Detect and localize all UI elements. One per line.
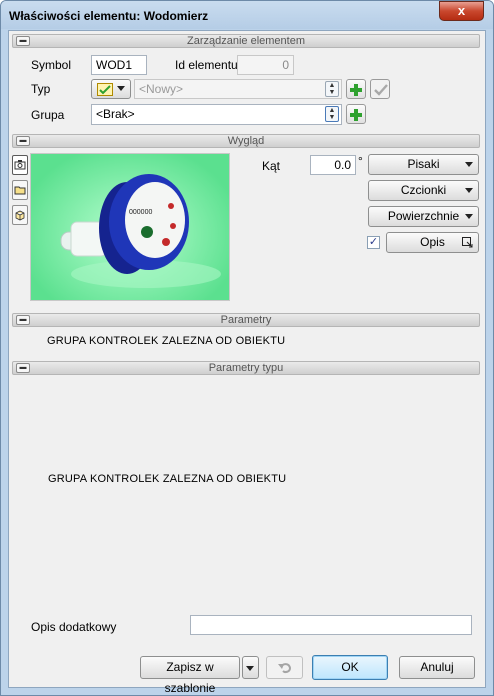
chevron-down-icon bbox=[246, 666, 254, 671]
camera-icon bbox=[14, 160, 26, 170]
pens-button-label: Pisaki bbox=[407, 157, 440, 171]
tab-folder[interactable] bbox=[12, 180, 28, 200]
section-type-parameters-title: Parametry typu bbox=[208, 362, 284, 374]
id-element-field: 0 bbox=[237, 55, 294, 75]
group-select-value: <Brak> bbox=[96, 107, 135, 121]
description-button[interactable]: Opis bbox=[386, 232, 479, 253]
add-type-button[interactable] bbox=[346, 79, 366, 99]
cancel-button-label: Anuluj bbox=[420, 660, 454, 674]
cancel-button[interactable]: Anuluj bbox=[399, 656, 475, 679]
close-icon: x bbox=[457, 3, 466, 18]
fonts-button-label: Czcionki bbox=[400, 183, 447, 197]
section-appearance-header[interactable]: ▬ Wygląd bbox=[12, 134, 480, 148]
spinner-icon[interactable]: ▲ ▼ bbox=[325, 106, 339, 122]
confirm-type-button[interactable] bbox=[370, 79, 390, 99]
spinner-icon[interactable]: ▲ ▼ bbox=[325, 81, 339, 97]
close-button[interactable]: x bbox=[439, 1, 484, 21]
id-element-label: Id elementu bbox=[175, 58, 238, 72]
ok-button[interactable]: OK bbox=[312, 655, 388, 680]
angle-input[interactable]: 0.0 bbox=[310, 155, 356, 175]
type-select-value: <Nowy> bbox=[139, 82, 184, 96]
svg-text:000000: 000000 bbox=[129, 209, 152, 216]
section-parameters-header[interactable]: ▬ Parametry bbox=[12, 313, 480, 327]
tab-camera[interactable] bbox=[12, 155, 28, 175]
parameters-placeholder: GRUPA KONTROLEK ZALEZNA OD OBIEKTU bbox=[47, 335, 286, 347]
symbol-label: Symbol bbox=[31, 58, 72, 72]
folder-icon bbox=[14, 186, 26, 195]
type-select[interactable]: <Nowy> ▲ ▼ bbox=[134, 79, 342, 99]
angle-unit: ° bbox=[358, 154, 363, 168]
undo-button[interactable] bbox=[266, 656, 303, 679]
checkmark-icon bbox=[374, 84, 388, 96]
preview-image: 000000 bbox=[30, 153, 230, 301]
dialog-client-area bbox=[8, 30, 486, 688]
type-label: Typ bbox=[31, 82, 51, 96]
angle-label: Kąt bbox=[262, 159, 281, 173]
title-bar[interactable]: Właściwości elementu: Wodomierz bbox=[1, 1, 493, 29]
section-management-header[interactable]: ▬ Zarządzanie elementem bbox=[12, 34, 480, 48]
chevron-down-icon bbox=[465, 188, 473, 193]
symbol-input[interactable]: WOD1 bbox=[91, 55, 147, 75]
extra-description-label: Opis dodatkowy bbox=[31, 620, 117, 634]
pens-button[interactable]: Pisaki bbox=[368, 154, 479, 175]
type-parameters-placeholder: GRUPA KONTROLEK ZALEZNA OD OBIEKTU bbox=[48, 473, 287, 485]
description-checkbox[interactable]: ✓ bbox=[367, 236, 380, 249]
window-title: Właściwości elementu: Wodomierz bbox=[9, 9, 209, 23]
ok-button-label: OK bbox=[341, 660, 359, 674]
section-appearance-title: Wygląd bbox=[227, 135, 265, 147]
chevron-down-icon bbox=[465, 214, 473, 219]
tab-box[interactable] bbox=[12, 205, 28, 225]
add-group-button[interactable] bbox=[346, 104, 366, 124]
save-template-dropdown[interactable] bbox=[242, 656, 259, 679]
save-template-button[interactable]: Zapisz w szablonie bbox=[140, 656, 240, 695]
save-template-label: Zapisz w szablonie bbox=[164, 660, 216, 695]
fonts-button[interactable]: Czcionki bbox=[368, 180, 479, 201]
chevron-down-icon bbox=[465, 162, 473, 167]
box-icon bbox=[15, 210, 25, 221]
type-picture-icon bbox=[97, 83, 113, 96]
section-management-title: Zarządzanie elementem bbox=[186, 35, 305, 47]
description-button-label: Opis bbox=[420, 235, 445, 249]
water-meter-image: 000000 bbox=[60, 174, 221, 288]
surfaces-button-label: Powierzchnie bbox=[387, 209, 460, 223]
open-dialog-icon bbox=[462, 237, 473, 248]
surfaces-button[interactable]: Powierzchnie bbox=[368, 206, 479, 227]
type-icon-dropdown[interactable] bbox=[91, 79, 131, 99]
group-select[interactable]: <Brak> ▲ ▼ bbox=[91, 104, 342, 125]
section-type-parameters-header[interactable]: ▬ Parametry typu bbox=[12, 361, 480, 375]
extra-description-input[interactable] bbox=[190, 615, 472, 635]
section-parameters-title: Parametry bbox=[220, 314, 272, 326]
group-label: Grupa bbox=[31, 108, 65, 122]
undo-icon bbox=[278, 663, 292, 673]
chevron-down-icon bbox=[117, 86, 125, 91]
